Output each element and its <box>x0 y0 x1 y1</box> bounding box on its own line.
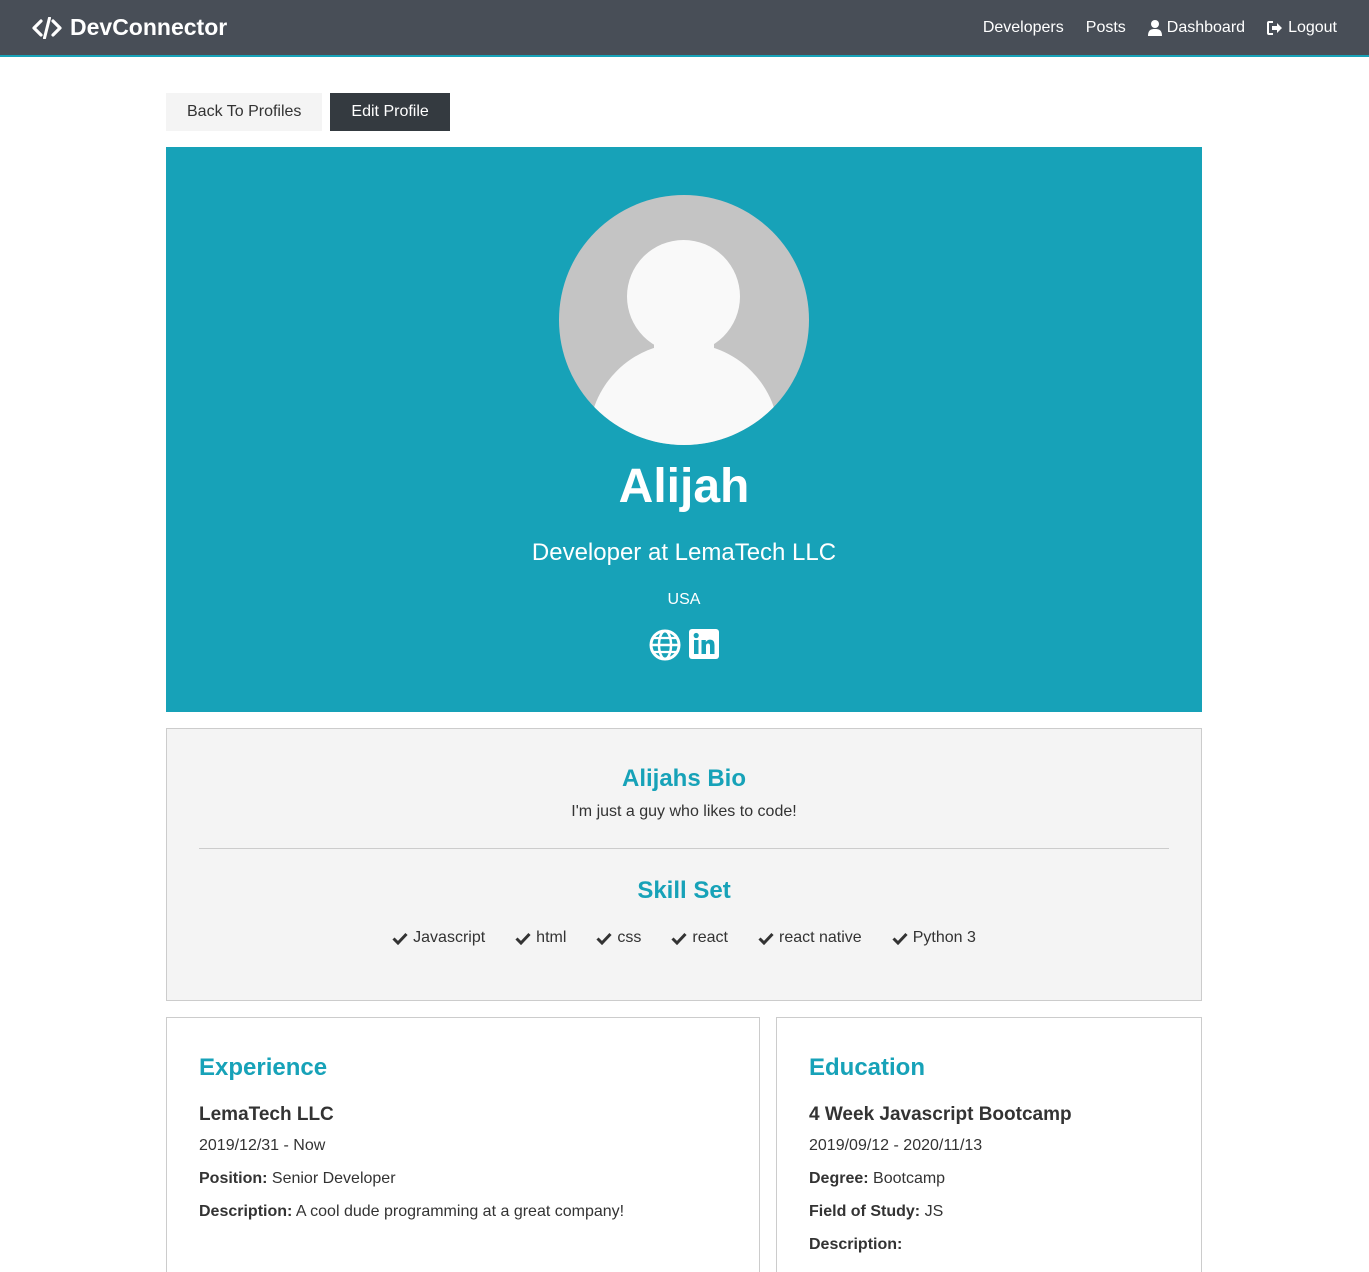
social-links <box>166 629 1202 661</box>
nav-logout[interactable]: Logout <box>1267 19 1337 37</box>
skills-list: Javascript html css react react native P… <box>167 929 1201 947</box>
profile-top: Alijah Developer at LemaTech LLC USA <box>166 147 1202 712</box>
experience-description: Description: A cool dude programming at … <box>199 1203 625 1220</box>
education-card: Education 4 Week Javascript Bootcamp 201… <box>776 1017 1202 1272</box>
education-dates: 2019/09/12 - 2020/11/13 <box>809 1137 983 1154</box>
brand-title: DevConnector <box>70 14 228 40</box>
check-icon <box>515 932 531 945</box>
check-icon <box>671 932 687 945</box>
profile-location: USA <box>667 591 701 608</box>
profile-about: Alijahs Bio I'm just a guy who likes to … <box>166 728 1202 1001</box>
skill-item: css <box>596 929 641 947</box>
code-icon <box>32 16 62 39</box>
check-icon <box>596 932 612 945</box>
experience-position: Position: Senior Developer <box>199 1170 396 1187</box>
navbar: DevConnector Developers Posts Dashboard … <box>0 0 1369 57</box>
skill-item: Python 3 <box>892 929 976 947</box>
nav-posts[interactable]: Posts <box>1086 19 1126 37</box>
check-icon <box>892 932 908 945</box>
education-degree: Degree: Bootcamp <box>809 1170 946 1187</box>
check-icon <box>758 932 774 945</box>
bio-title: Alijahs Bio <box>621 765 747 792</box>
experience-dates: 2019/12/31 - Now <box>199 1137 326 1154</box>
profile-status: Developer at LemaTech LLC <box>531 539 837 566</box>
experience-company: LemaTech LLC <box>199 1104 334 1125</box>
skill-item: react <box>671 929 728 947</box>
nav-links: Developers Posts Dashboard Logout <box>983 19 1337 37</box>
nav-developers[interactable]: Developers <box>983 19 1064 37</box>
edit-profile-button[interactable]: Edit Profile <box>330 93 450 131</box>
experience-title: Experience <box>199 1054 328 1081</box>
education-title: Education <box>809 1054 926 1081</box>
bio-text: I'm just a guy who likes to code! <box>571 803 797 820</box>
linkedin-icon[interactable] <box>689 629 719 661</box>
brand-link[interactable]: DevConnector <box>32 14 227 41</box>
education-school: 4 Week Javascript Bootcamp <box>809 1104 1072 1125</box>
nav-dashboard[interactable]: Dashboard <box>1147 18 1246 37</box>
nav-logout-label: Logout <box>1288 18 1337 36</box>
education-field: Field of Study: JS <box>809 1203 944 1220</box>
check-icon <box>392 932 408 945</box>
globe-icon[interactable] <box>649 629 681 661</box>
experience-card: Experience LemaTech LLC 2019/12/31 - Now… <box>166 1017 760 1272</box>
profile-name: Alijah <box>618 460 750 513</box>
action-buttons: Back To Profiles Edit Profile <box>166 93 450 131</box>
education-description: Description: <box>809 1236 903 1253</box>
user-icon <box>1147 19 1162 36</box>
skill-item: react native <box>758 929 862 947</box>
skill-item: Javascript <box>392 929 485 947</box>
avatar <box>559 195 809 445</box>
back-to-profiles-button[interactable]: Back To Profiles <box>166 93 323 131</box>
logout-icon <box>1267 20 1283 35</box>
divider <box>199 848 1169 849</box>
nav-dashboard-label: Dashboard <box>1166 18 1246 36</box>
skill-item: html <box>515 929 566 947</box>
skills-title: Skill Set <box>637 877 731 904</box>
